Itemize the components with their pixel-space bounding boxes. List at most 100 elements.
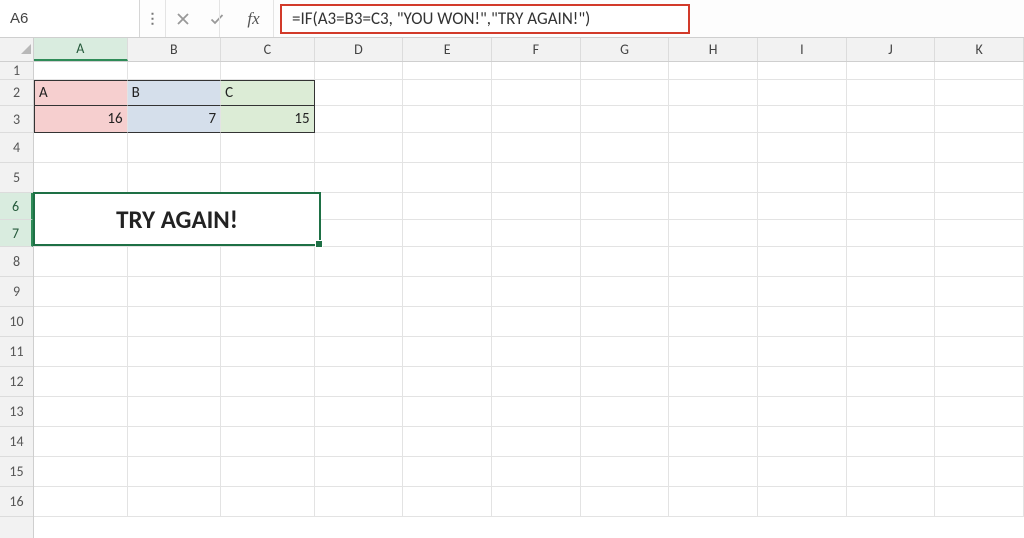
row-header-9[interactable]: 9: [0, 277, 33, 307]
cell-A11[interactable]: [34, 337, 128, 367]
cell-B15[interactable]: [128, 457, 222, 487]
cell-B5[interactable]: [128, 163, 222, 193]
cell-E15[interactable]: [403, 457, 492, 487]
cell-G9[interactable]: [581, 277, 670, 307]
cell-G16[interactable]: [581, 487, 670, 517]
cell-E16[interactable]: [403, 487, 492, 517]
column-header-F[interactable]: F: [492, 38, 581, 61]
cell-D1[interactable]: [315, 62, 404, 80]
cell-K15[interactable]: [935, 457, 1024, 487]
cell-I2[interactable]: [758, 80, 847, 106]
cell-D8[interactable]: [315, 247, 404, 277]
cell-J1[interactable]: [847, 62, 936, 80]
cell-K13[interactable]: [935, 397, 1024, 427]
cell-K7[interactable]: [935, 220, 1024, 247]
cell-B10[interactable]: [128, 307, 222, 337]
cell-C14[interactable]: [221, 427, 315, 457]
cell-D11[interactable]: [315, 337, 404, 367]
cell-A5[interactable]: [34, 163, 128, 193]
cell-D9[interactable]: [315, 277, 404, 307]
cell-D3[interactable]: [315, 106, 404, 133]
row-header-7[interactable]: 7: [0, 220, 33, 247]
cell-A16[interactable]: [34, 487, 128, 517]
cell-C5[interactable]: [221, 163, 315, 193]
column-header-E[interactable]: E: [403, 38, 492, 61]
cell-F7[interactable]: [492, 220, 581, 247]
cell-A10[interactable]: [34, 307, 128, 337]
cell-H6[interactable]: [669, 193, 758, 220]
cell-F8[interactable]: [492, 247, 581, 277]
cell-E14[interactable]: [403, 427, 492, 457]
cell-I9[interactable]: [758, 277, 847, 307]
cell-F13[interactable]: [492, 397, 581, 427]
cell-K1[interactable]: [935, 62, 1024, 80]
row-header-2[interactable]: 2: [0, 80, 33, 106]
cell-H5[interactable]: [669, 163, 758, 193]
cell-C12[interactable]: [221, 367, 315, 397]
cell-J7[interactable]: [847, 220, 936, 247]
cell-F4[interactable]: [492, 133, 581, 163]
cell-J16[interactable]: [847, 487, 936, 517]
select-all-corner[interactable]: [0, 38, 34, 62]
cell-E9[interactable]: [403, 277, 492, 307]
cell-F6[interactable]: [492, 193, 581, 220]
cell-G8[interactable]: [581, 247, 670, 277]
cell-F14[interactable]: [492, 427, 581, 457]
column-header-G[interactable]: G: [581, 38, 670, 61]
cell-G14[interactable]: [581, 427, 670, 457]
row-header-1[interactable]: 1: [0, 62, 33, 80]
cell-E11[interactable]: [403, 337, 492, 367]
cell-C13[interactable]: [221, 397, 315, 427]
cell-J5[interactable]: [847, 163, 936, 193]
cell-B12[interactable]: [128, 367, 222, 397]
cell-I4[interactable]: [758, 133, 847, 163]
cell-A13[interactable]: [34, 397, 128, 427]
cell-F5[interactable]: [492, 163, 581, 193]
cell-K6[interactable]: [935, 193, 1024, 220]
cell-H7[interactable]: [669, 220, 758, 247]
cell-G7[interactable]: [581, 220, 670, 247]
cell-B13[interactable]: [128, 397, 222, 427]
cell-B14[interactable]: [128, 427, 222, 457]
cell-F9[interactable]: [492, 277, 581, 307]
cell-E3[interactable]: [403, 106, 492, 133]
column-header-D[interactable]: D: [315, 38, 404, 61]
cell-G1[interactable]: [581, 62, 670, 80]
column-header-B[interactable]: B: [128, 38, 222, 61]
cell-H8[interactable]: [669, 247, 758, 277]
cell-E10[interactable]: [403, 307, 492, 337]
cell-K4[interactable]: [935, 133, 1024, 163]
row-header-4[interactable]: 4: [0, 133, 33, 163]
cell-G5[interactable]: [581, 163, 670, 193]
cell-H4[interactable]: [669, 133, 758, 163]
cell-A15[interactable]: [34, 457, 128, 487]
row-header-14[interactable]: 14: [0, 427, 33, 457]
cell-C16[interactable]: [221, 487, 315, 517]
cell-F3[interactable]: [492, 106, 581, 133]
cell-I7[interactable]: [758, 220, 847, 247]
row-header-12[interactable]: 12: [0, 367, 33, 397]
cell-H9[interactable]: [669, 277, 758, 307]
cell-G2[interactable]: [581, 80, 670, 106]
cell-A12[interactable]: [34, 367, 128, 397]
cell-D4[interactable]: [315, 133, 404, 163]
cell-C1[interactable]: [221, 62, 315, 80]
cell-C3[interactable]: 15: [221, 106, 315, 133]
cell-H3[interactable]: [669, 106, 758, 133]
cell-C4[interactable]: [221, 133, 315, 163]
cell-D16[interactable]: [315, 487, 404, 517]
column-header-J[interactable]: J: [847, 38, 936, 61]
selected-merged-cell[interactable]: TRY AGAIN!: [33, 192, 321, 246]
formula-input-area[interactable]: =IF(A3=B3=C3, "YOU WON!","TRY AGAIN!"): [274, 0, 1024, 37]
cell-J9[interactable]: [847, 277, 936, 307]
cell-J10[interactable]: [847, 307, 936, 337]
cell-H13[interactable]: [669, 397, 758, 427]
cell-D12[interactable]: [315, 367, 404, 397]
cell-B2[interactable]: B: [128, 80, 222, 106]
row-header-3[interactable]: 3: [0, 106, 33, 133]
cell-E7[interactable]: [403, 220, 492, 247]
cell-A4[interactable]: [34, 133, 128, 163]
cell-A8[interactable]: [34, 247, 128, 277]
row-header-10[interactable]: 10: [0, 307, 33, 337]
row-header-6[interactable]: 6: [0, 193, 33, 220]
